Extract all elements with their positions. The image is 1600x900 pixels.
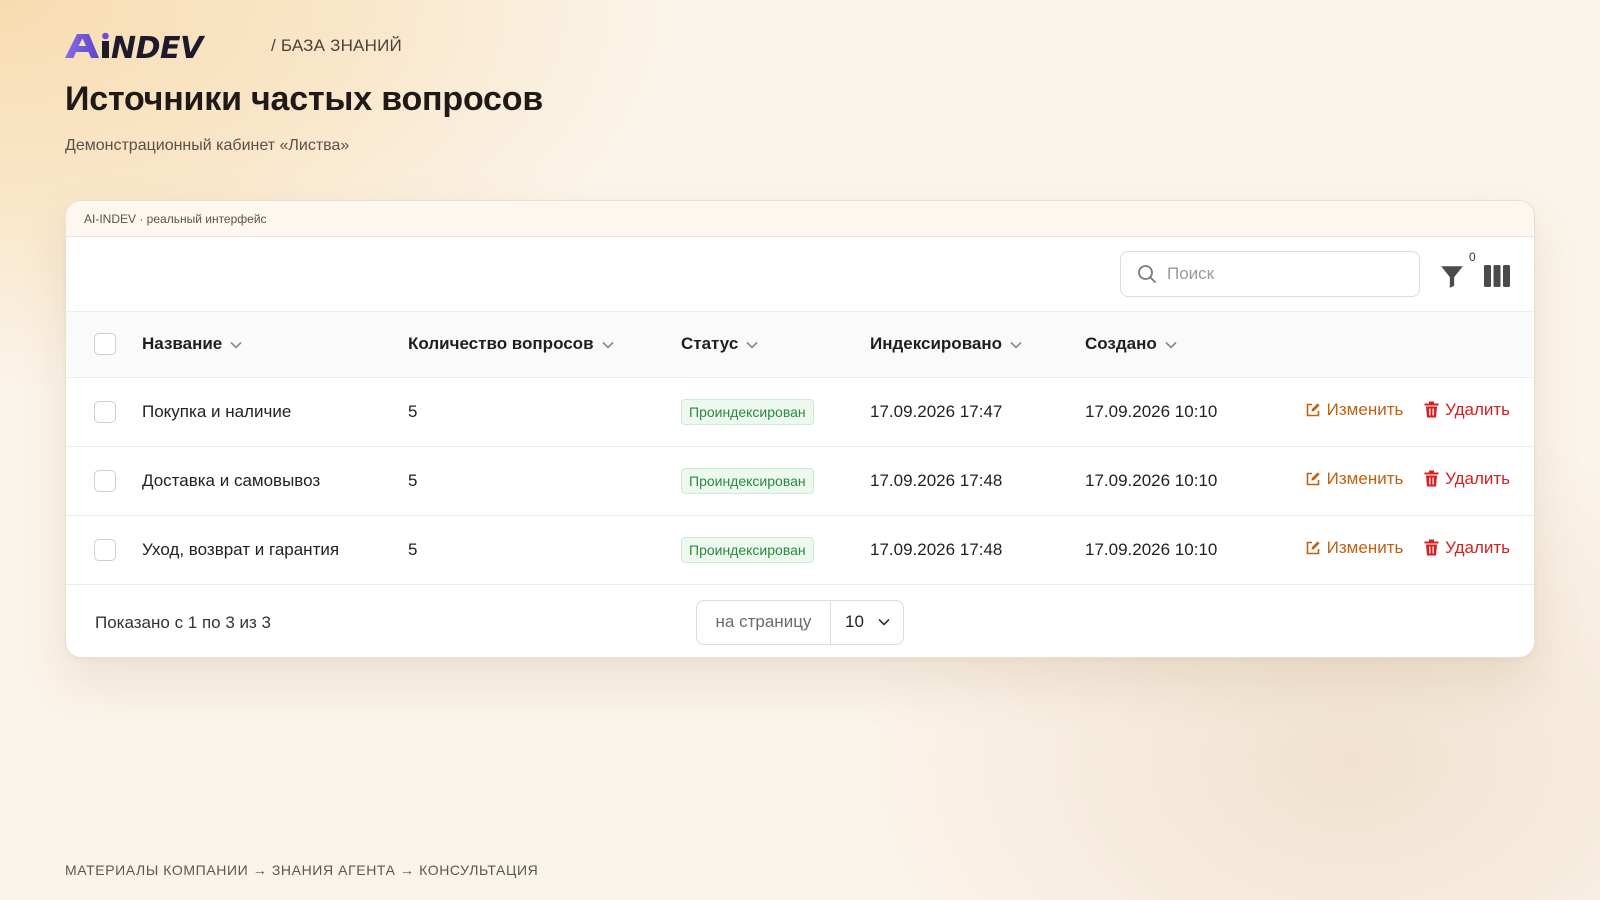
row-indexed: 17.09.2026 17:47	[870, 401, 1003, 421]
row-count: 5	[408, 401, 418, 421]
row-count: 5	[408, 470, 418, 490]
search-box[interactable]	[1120, 251, 1420, 297]
chevron-down-icon	[746, 341, 758, 349]
row-count: 5	[408, 539, 418, 559]
trash-icon	[1424, 401, 1439, 418]
row-name[interactable]: Покупка и наличие	[142, 377, 408, 446]
delete-button[interactable]: Удалить	[1424, 469, 1510, 489]
table-row[interactable]: Уход, возврат и гарантия 5 Проиндексиров…	[66, 515, 1534, 584]
table-header-row: Название Количество вопросов Статус Инде…	[66, 312, 1534, 378]
edit-icon	[1306, 541, 1320, 555]
pagination-summary: Показано с 1 по 3 из 3	[95, 612, 271, 632]
row-checkbox[interactable]	[94, 400, 116, 423]
chevron-down-icon	[1010, 341, 1022, 349]
page-header: NDEV / БАЗА ЗНАНИЙ Источники частых вопр…	[65, 32, 543, 155]
row-checkbox[interactable]	[94, 538, 116, 561]
chevron-down-icon	[1165, 341, 1177, 349]
column-header-status[interactable]: Статус	[681, 312, 870, 378]
page-size-select[interactable]: 10	[831, 601, 903, 644]
page-size-selector[interactable]: на страницу 10	[696, 599, 904, 645]
column-header-created[interactable]: Создано	[1085, 312, 1265, 378]
row-checkbox[interactable]	[94, 469, 116, 492]
aindev-logo-graphic: NDEV	[65, 32, 207, 60]
column-header-count[interactable]: Количество вопросов	[408, 312, 681, 378]
trash-icon	[1424, 470, 1439, 487]
status-badge: Проиндексирован	[681, 467, 814, 494]
row-indexed: 17.09.2026 17:48	[870, 470, 1003, 490]
brand-logo[interactable]: NDEV	[65, 32, 249, 60]
row-created: 17.09.2026 10:10	[1085, 539, 1218, 559]
svg-text:NDEV: NDEV	[111, 32, 206, 60]
edit-button[interactable]: Изменить	[1305, 400, 1403, 420]
table-row[interactable]: Покупка и наличие 5 Проиндексирован 17.0…	[66, 377, 1534, 446]
edit-icon	[1306, 472, 1320, 486]
column-header-name[interactable]: Название	[142, 312, 408, 378]
row-created: 17.09.2026 10:10	[1085, 470, 1218, 490]
filter-icon[interactable]	[1439, 263, 1465, 289]
edit-icon	[1306, 403, 1320, 417]
filter-count-badge: 0	[1469, 250, 1476, 264]
table-toolbar: 0	[66, 237, 1534, 312]
column-header-actions	[1265, 312, 1534, 378]
delete-button[interactable]: Удалить	[1424, 538, 1510, 558]
sources-card: AI-INDEV · реальный интерфейс 0 Название	[65, 200, 1535, 658]
delete-button[interactable]: Удалить	[1424, 400, 1510, 420]
page-title: Источники частых вопросов	[65, 80, 544, 118]
chevron-down-icon	[230, 341, 242, 349]
column-header-indexed[interactable]: Индексировано	[870, 312, 1085, 378]
card-strip-label: AI-INDEV · реальный интерфейс	[66, 201, 1534, 237]
edit-button[interactable]: Изменить	[1305, 538, 1403, 558]
chevron-down-icon	[601, 341, 614, 349]
row-name[interactable]: Доставка и самовывоз	[142, 446, 408, 515]
table-row[interactable]: Доставка и самовывоз 5 Проиндексирован 1…	[66, 446, 1534, 515]
table-footer: Показано с 1 по 3 из 3 на страницу 10	[66, 585, 1534, 658]
process-flow-caption: МАТЕРИАЛЫ КОМПАНИИ → ЗНАНИЯ АГЕНТА → КОН…	[65, 862, 539, 878]
breadcrumb[interactable]: / БАЗА ЗНАНИЙ	[271, 36, 402, 56]
columns-icon[interactable]	[1484, 265, 1510, 287]
search-input[interactable]	[1167, 264, 1397, 284]
trash-icon	[1424, 539, 1439, 556]
status-badge: Проиндексирован	[681, 536, 814, 563]
row-indexed: 17.09.2026 17:48	[870, 539, 1003, 559]
page-subtitle: Демонстрационный кабинет «Листва»	[65, 137, 350, 154]
brand-row: NDEV / БАЗА ЗНАНИЙ	[65, 32, 543, 60]
search-icon	[1138, 265, 1156, 283]
page-size-label: на страницу	[697, 600, 831, 644]
row-name[interactable]: Уход, возврат и гарантия	[142, 515, 408, 584]
chevron-down-icon	[878, 618, 890, 626]
sources-table: Название Количество вопросов Статус Инде…	[66, 312, 1534, 585]
row-created: 17.09.2026 10:10	[1085, 401, 1218, 421]
edit-button[interactable]: Изменить	[1305, 469, 1403, 489]
select-all-checkbox[interactable]	[94, 333, 116, 356]
status-badge: Проиндексирован	[681, 398, 814, 425]
